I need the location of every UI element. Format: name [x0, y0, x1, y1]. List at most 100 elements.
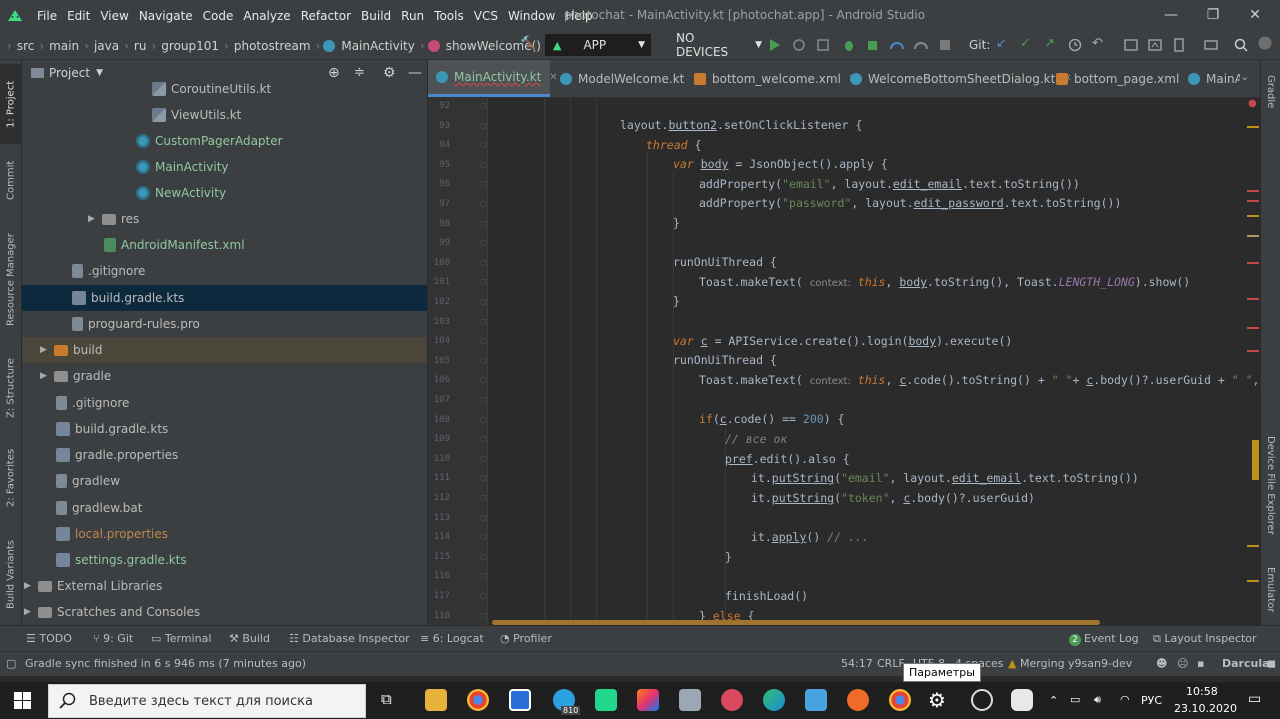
fold-marker-icon[interactable]: ▢: [478, 454, 486, 464]
menu-run[interactable]: Run: [396, 9, 429, 23]
tree-item-proguard[interactable]: proguard-rules.pro: [72, 311, 200, 337]
code-line-117[interactable]: finishLoad(): [725, 589, 808, 603]
profile-icon[interactable]: [890, 38, 904, 52]
crumb-mainactivity[interactable]: MainActivity: [339, 39, 417, 53]
menu-code[interactable]: Code: [198, 9, 239, 23]
crumb-photostream[interactable]: photostream: [232, 39, 313, 53]
rollback-icon[interactable]: ↶: [1092, 36, 1106, 51]
taskbar-search[interactable]: Введите здесь текст для поиска: [48, 684, 366, 718]
tree-item-local-properties[interactable]: local.properties: [56, 521, 168, 547]
fold-marker-icon[interactable]: ▢: [478, 199, 486, 209]
error-stripe-mark[interactable]: [1247, 190, 1259, 192]
theme-label[interactable]: Darcula: [1222, 657, 1270, 670]
menu-analyze[interactable]: Analyze: [238, 9, 295, 23]
tab-welcome-bottom-sheet[interactable]: WelcomeBottomSheetDialog.kt✕: [842, 60, 1072, 97]
tree-item-gradle[interactable]: ▶ gradle: [40, 363, 111, 389]
code-line-115[interactable]: }: [725, 550, 732, 564]
logcat-tool-tab[interactable]: ≡ 6: Logcat: [420, 632, 484, 645]
line-separator[interactable]: CRLF: [877, 657, 905, 670]
code-line-96[interactable]: addProperty("email", layout.edit_email.t…: [699, 177, 1080, 191]
fold-marker-icon[interactable]: ▢: [478, 493, 486, 503]
lock-icon[interactable]: ▪: [1197, 657, 1204, 670]
status-message[interactable]: Gradle sync finished in 6 s 946 ms (7 mi…: [25, 657, 306, 670]
expand-arrow-icon[interactable]: ▶: [88, 214, 98, 224]
tree-item-newactivity[interactable]: NewActivity: [136, 180, 226, 206]
tree-item-custompageradapter[interactable]: CustomPagerAdapter: [136, 128, 283, 154]
fold-marker-icon[interactable]: ▢: [478, 238, 486, 248]
code-line-106[interactable]: Toast.makeText( context: this, c.code().…: [699, 373, 1260, 387]
code-line-93[interactable]: layout.button2.setOnClickListener {: [620, 118, 862, 132]
chrome-icon[interactable]: [889, 689, 911, 711]
avd-manager-icon[interactable]: [1172, 38, 1186, 52]
tree-item-androidmanifest[interactable]: AndroidManifest.xml: [104, 232, 245, 258]
fold-marker-icon[interactable]: ▢: [478, 219, 486, 229]
expand-arrow-icon[interactable]: ▶: [24, 581, 34, 591]
git-tool-tab[interactable]: ⑂ 9: Git: [93, 632, 133, 645]
project-structure-icon[interactable]: [1124, 38, 1138, 52]
code-line-109[interactable]: // все ок: [725, 432, 787, 446]
expand-arrow-icon[interactable]: ▶: [24, 607, 34, 617]
hammer-icon[interactable]: 🔨: [520, 36, 536, 51]
windows-start-icon[interactable]: [14, 692, 31, 709]
run-icon[interactable]: [768, 38, 782, 52]
build-variants-tab[interactable]: Build Variants: [0, 530, 22, 620]
attach-debugger-icon[interactable]: [866, 38, 880, 52]
fold-marker-icon[interactable]: ▢: [478, 611, 486, 621]
scroll-thumb[interactable]: [1252, 440, 1259, 480]
tree-item-external-libraries[interactable]: ▶ External Libraries: [24, 573, 162, 599]
chrome-icon[interactable]: [467, 689, 489, 711]
menu-vcs[interactable]: VCS: [469, 9, 503, 23]
outlook-icon[interactable]: [805, 689, 827, 711]
clock-date[interactable]: 23.10.2020: [1174, 702, 1237, 715]
code-line-111[interactable]: it.putString("email", layout.edit_email.…: [751, 471, 1139, 485]
menu-window[interactable]: Window: [503, 9, 560, 23]
fold-marker-icon[interactable]: ▢: [478, 297, 486, 307]
fold-marker-icon[interactable]: ▢: [478, 101, 486, 111]
status-panel-icon[interactable]: ▢: [6, 657, 16, 670]
feedback-icon[interactable]: ☹: [1177, 657, 1188, 670]
stop-icon[interactable]: [938, 38, 952, 52]
task-view-icon[interactable]: ⧉: [381, 690, 392, 708]
menu-tools[interactable]: Tools: [429, 9, 469, 23]
notification-center-icon[interactable]: ▭: [1248, 691, 1261, 707]
fold-marker-icon[interactable]: ▢: [478, 395, 486, 405]
code-line-108[interactable]: if(c.code() == 200) {: [699, 412, 844, 426]
code-line-114[interactable]: it.apply() // ...: [751, 530, 869, 544]
tab-bottom-welcome[interactable]: bottom_welcome.xml✕: [686, 60, 857, 97]
code-line-102[interactable]: }: [673, 294, 680, 308]
remote-desktop-icon[interactable]: [679, 689, 701, 711]
warning-stripe-mark[interactable]: [1247, 580, 1259, 582]
code-line-98[interactable]: }: [673, 216, 680, 230]
fold-marker-icon[interactable]: ▢: [478, 473, 486, 483]
tree-item-gitignore-root[interactable]: .gitignore: [56, 390, 129, 416]
rerun-icon[interactable]: [792, 38, 806, 52]
fold-marker-icon[interactable]: ▢: [478, 571, 486, 581]
device-select[interactable]: NO DEVICES ▼: [656, 31, 762, 59]
fold-marker-icon[interactable]: ▢: [478, 258, 486, 268]
history-icon[interactable]: [1068, 38, 1082, 52]
tree-item-coroutineutils[interactable]: CoroutineUtils.kt: [152, 76, 271, 102]
expand-arrow-icon[interactable]: ▶: [40, 345, 50, 355]
gradle-tool-tab[interactable]: Gradle: [1261, 66, 1280, 118]
tab-modelwelcome[interactable]: ModelWelcome.kt✕: [552, 60, 701, 97]
search-icon[interactable]: [1234, 38, 1248, 52]
pycharm-icon[interactable]: [595, 689, 617, 711]
warning-stripe-mark[interactable]: [1247, 215, 1259, 217]
expand-arrow-icon[interactable]: ▶: [40, 371, 50, 381]
emulator-tab[interactable]: Emulator: [1261, 560, 1280, 620]
event-log-tab[interactable]: 2 Event Log: [1069, 632, 1139, 646]
error-stripe-mark[interactable]: [1247, 298, 1259, 300]
git-update-icon[interactable]: ↙: [996, 36, 1010, 51]
tree-item-viewutils[interactable]: ViewUtils.kt: [152, 102, 241, 128]
tree-item-mainactivity[interactable]: MainActivity: [136, 154, 229, 180]
close-button[interactable]: ✕: [1240, 4, 1270, 26]
fold-marker-icon[interactable]: ▢: [478, 552, 486, 562]
tray-expand-icon[interactable]: ⌃: [1049, 694, 1058, 707]
code-line-105[interactable]: runOnUiThread {: [673, 353, 777, 367]
vcs-status[interactable]: ▲ Merging y9san9-dev: [1008, 657, 1132, 670]
tab-mainactivity[interactable]: MainActivity.kt ✕: [428, 60, 558, 97]
sync-gradle-icon[interactable]: [1204, 38, 1218, 52]
fold-marker-icon[interactable]: ▢: [478, 277, 486, 287]
project-view-select[interactable]: Project: [49, 66, 90, 80]
fold-marker-icon[interactable]: ▢: [478, 513, 486, 523]
